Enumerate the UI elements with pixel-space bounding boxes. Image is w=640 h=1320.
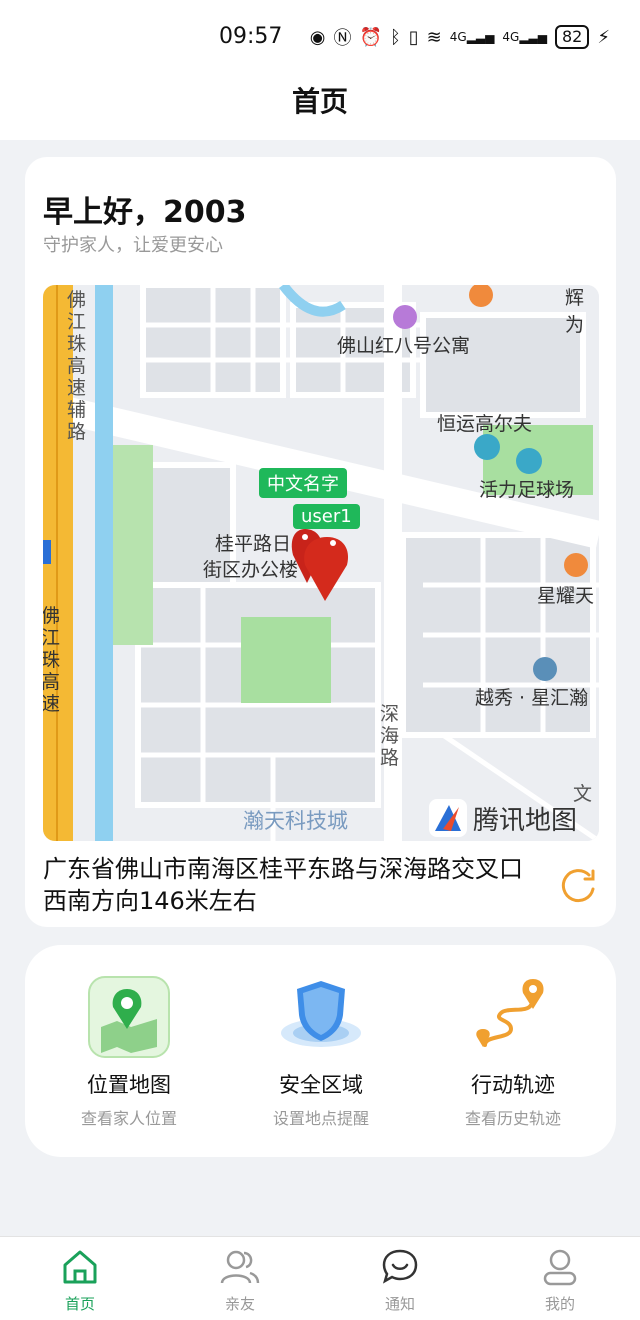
tab-profile[interactable]: 我的 [515, 1247, 605, 1314]
tab-friends[interactable]: 亲友 [195, 1247, 285, 1314]
tab-label: 通知 [384, 1295, 415, 1313]
map-label-guiping: 桂平路日 [215, 533, 292, 555]
map-label-golf: 恒运高尔夫 [437, 413, 533, 435]
status-bar: 09:57 ◉ Ⓝ ⏰ ᛒ ▯ ≋ 4G▂▃▅ 4G▂▃▅ 82 ⚡ [0, 0, 640, 72]
action-desc: 查看家人位置 [80, 1109, 177, 1128]
compass-icon [429, 799, 467, 837]
map-brand-text: 腾讯地图 [473, 805, 578, 836]
alarm-icon: ⏰ [359, 26, 382, 48]
tab-home[interactable]: 首页 [35, 1247, 125, 1314]
action-label: 位置地图 [87, 1073, 171, 1097]
address-text: 广东省佛山市南海区桂平东路与深海路交叉口西南方向146米左右 [43, 855, 523, 915]
route-icon [476, 979, 544, 1047]
tab-label: 我的 [544, 1295, 575, 1313]
action-desc: 设置地点提醒 [272, 1109, 369, 1128]
shield-icon [281, 981, 361, 1047]
tab-notifications[interactable]: 通知 [355, 1247, 445, 1314]
map-label-road-left: 佛 江 珠 高 速 辅 路 [67, 289, 87, 443]
wifi-icon: ≋ [426, 26, 442, 48]
map-label-shenhai-road: 深 海 路 [380, 703, 400, 769]
map-view[interactable]: 佛山红八号公寓 恒运高尔夫 活力足球场 桂平路日 街区办公楼 星耀天 越秀 · … [43, 285, 599, 841]
map-pin-icon [88, 976, 170, 1058]
map-label-road-left2: 佛 江 珠 高 速 [43, 605, 61, 715]
status-icons: ◉ Ⓝ ⏰ ᛒ ▯ ≋ 4G▂▃▅ 4G▂▃▅ 82 ⚡ [310, 24, 610, 50]
tencent-map-logo: 腾讯地图 [429, 799, 577, 837]
signal-icon-1: 4G▂▃▅ [449, 30, 495, 44]
map-label-office: 街区办公楼 [203, 559, 299, 581]
action-label: 行动轨迹 [471, 1073, 555, 1097]
page-title: 首页 [291, 85, 348, 118]
signal-icon-2: 4G▂▃▅ [502, 30, 547, 44]
action-location-map[interactable]: 位置地图 查看家人位置 [39, 975, 219, 1129]
battery-icon: 82 [555, 25, 590, 49]
greeting-subtitle: 守护家人，让爱更安心 [43, 235, 223, 256]
actions-card: 位置地图 查看家人位置 安全区域 设置地点提醒 行动轨迹 查看历史轨迹 [25, 945, 616, 1157]
home-icon [63, 1250, 97, 1284]
location-card: 早上好，2003 守护家人，让爱更安心 佛山红八号公寓 恒运高尔夫 活力足球场 … [25, 157, 616, 927]
refresh-icon[interactable] [559, 865, 599, 905]
nfc-icon: Ⓝ [333, 28, 352, 49]
map-label-xingyao: 星耀天 [537, 585, 595, 607]
tab-label: 亲友 [224, 1295, 255, 1313]
action-label: 安全区域 [279, 1073, 363, 1097]
marker-name-tag[interactable]: 中文名字 [259, 468, 347, 498]
map-label-apartment: 佛山红八号公寓 [337, 335, 471, 357]
map-label-football: 活力足球场 [479, 479, 575, 501]
greeting-text: 早上好，2003 [43, 195, 247, 230]
charging-icon: ⚡ [597, 26, 610, 48]
message-icon [382, 1249, 418, 1284]
vibrate-icon: ▯ [408, 26, 419, 48]
marker-user-tag[interactable]: user1 [293, 504, 360, 529]
tab-label: 首页 [64, 1295, 95, 1313]
bluetooth-icon: ᛒ [389, 26, 401, 48]
friends-icon [220, 1250, 260, 1284]
location-marker-icon[interactable] [285, 529, 359, 605]
tab-bar: 首页 亲友 通知 我的 [0, 1236, 640, 1320]
nav-bar: 首页 [0, 72, 640, 140]
action-track[interactable]: 行动轨迹 查看历史轨迹 [423, 975, 603, 1129]
action-safe-zone[interactable]: 安全区域 设置地点提醒 [231, 975, 411, 1129]
map-label-huiwei: 辉为 [565, 287, 585, 336]
eye-icon: ◉ [309, 26, 326, 48]
status-time: 09:57 [219, 24, 283, 49]
map-label-yuexiu: 越秀 · 星汇瀚 [475, 687, 589, 709]
map-label-hantian: 瀚天科技城 [243, 809, 348, 833]
user-icon [543, 1249, 577, 1286]
action-desc: 查看历史轨迹 [464, 1109, 561, 1128]
